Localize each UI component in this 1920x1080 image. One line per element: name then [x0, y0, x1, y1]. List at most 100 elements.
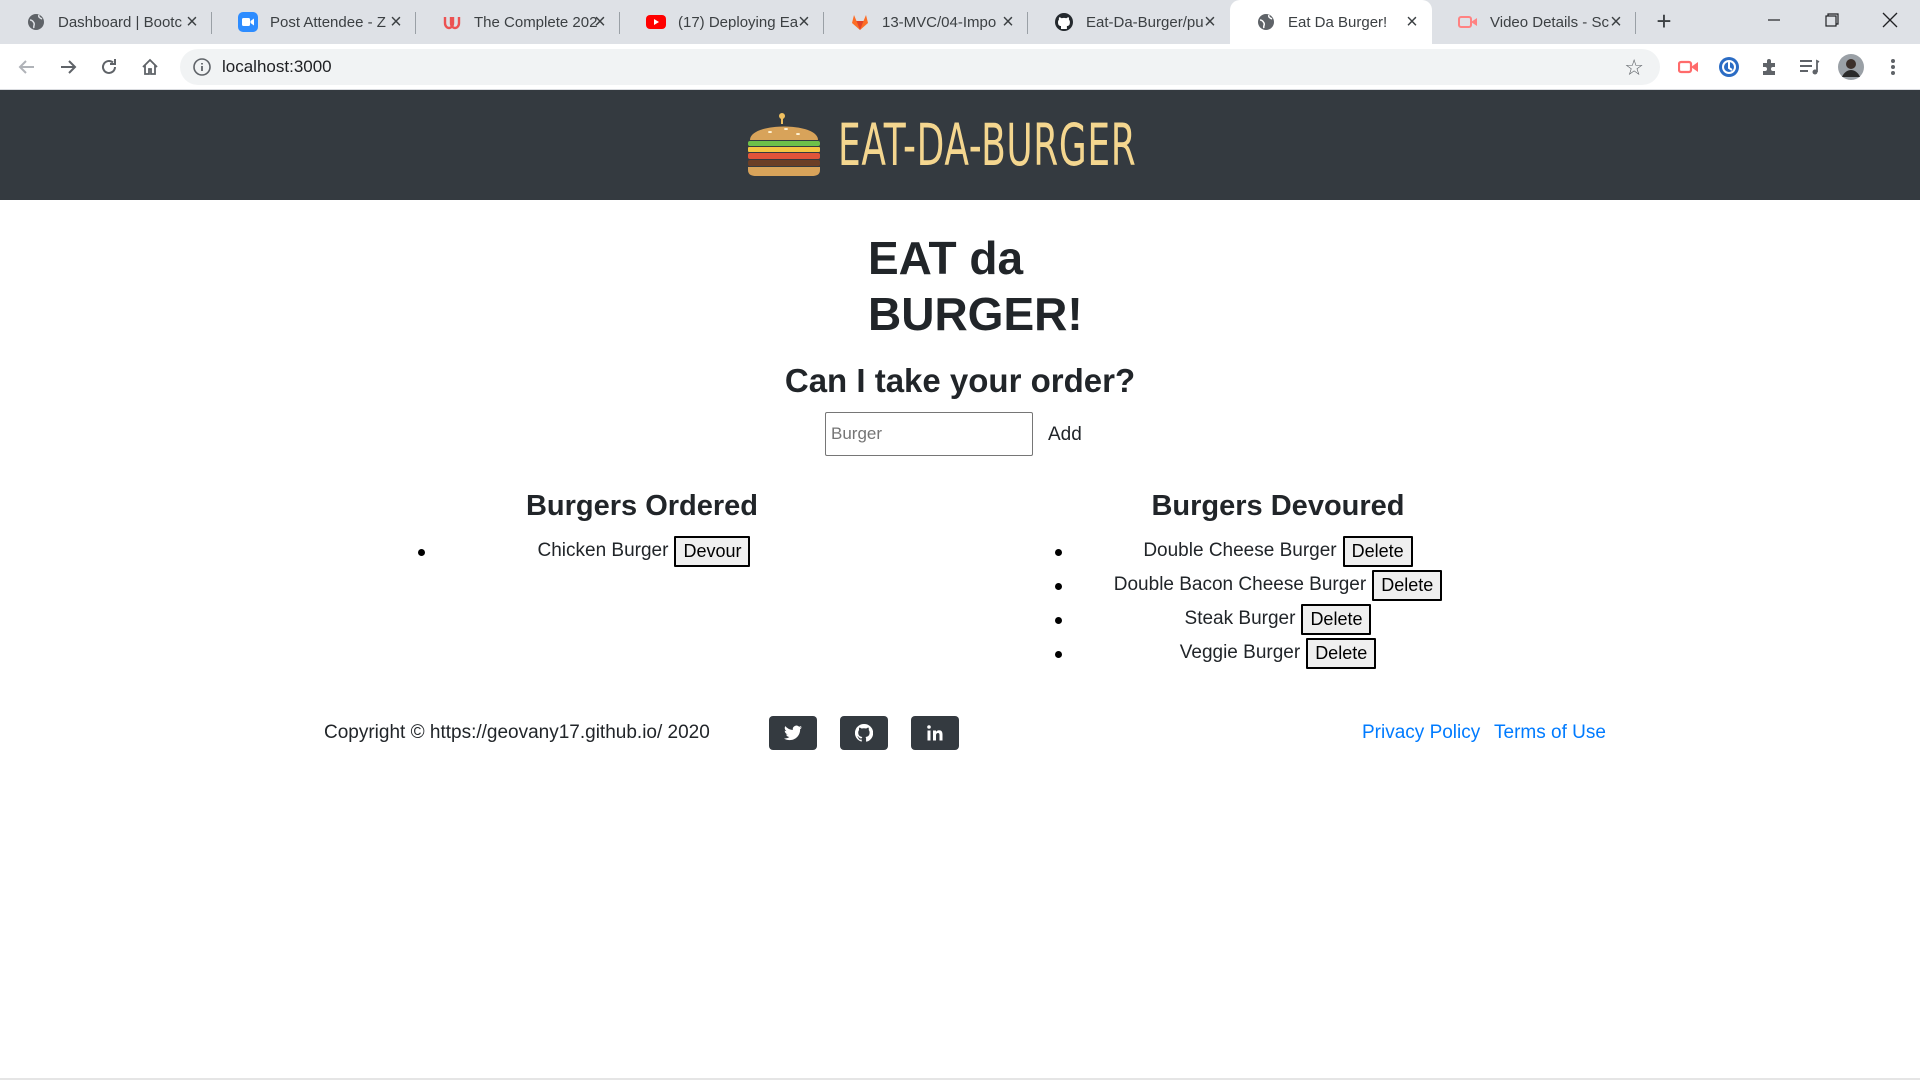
github-link[interactable] — [840, 716, 888, 750]
avatar-icon — [1838, 54, 1864, 80]
home-button[interactable] — [137, 54, 163, 80]
add-burger-button[interactable]: Add — [1040, 420, 1090, 450]
extensions-button[interactable] — [1756, 54, 1782, 80]
copyright-text: Copyright © https://geovany17.github.io/… — [324, 722, 710, 743]
list-bullet — [418, 549, 425, 556]
close-tab-icon[interactable]: × — [1200, 12, 1220, 32]
profile-avatar[interactable] — [1838, 54, 1864, 80]
globe-icon — [26, 12, 46, 32]
browser-tab-active[interactable]: Eat Da Burger! × — [1230, 0, 1432, 44]
browser-tab[interactable]: Eat-Da-Burger/pu × — [1028, 0, 1230, 44]
browser-tab[interactable]: Post Attendee - Z × — [212, 0, 416, 44]
youtube-icon — [646, 12, 666, 32]
close-tab-icon[interactable]: × — [794, 12, 814, 32]
close-tab-icon[interactable]: × — [182, 12, 202, 32]
browser-tab-strip: Dashboard | Bootc × Post Attendee - Z × … — [0, 0, 1920, 44]
minimize-button[interactable] — [1744, 0, 1804, 40]
screencastify-icon — [1458, 12, 1478, 32]
close-tab-icon[interactable]: × — [1606, 12, 1626, 32]
address-bar[interactable]: localhost:3000 ☆ — [180, 49, 1660, 85]
back-button[interactable] — [14, 54, 40, 80]
list-bullet — [1055, 549, 1062, 556]
browser-tab[interactable]: (17) Deploying Ea × — [620, 0, 824, 44]
close-tab-icon[interactable]: × — [998, 12, 1018, 32]
burger-name: Double Bacon Cheese Burger — [1113, 574, 1367, 595]
burger-name: Double Cheese Burger — [1143, 540, 1337, 561]
kebab-menu-icon — [1891, 59, 1895, 75]
twitter-link[interactable] — [769, 716, 817, 750]
forward-button[interactable] — [55, 54, 81, 80]
back-arrow-icon — [18, 60, 34, 74]
extension-blue[interactable] — [1716, 54, 1742, 80]
burgers-devoured-heading: Burgers Devoured — [1151, 490, 1405, 522]
brand-title: EAT-DA-BURGER — [838, 111, 1137, 179]
headline-line-2: BURGER! — [868, 288, 1083, 340]
browser-menu-button[interactable] — [1880, 54, 1906, 80]
linkedin-icon — [927, 725, 943, 741]
terms-of-use-link[interactable]: Terms of Use — [1494, 722, 1606, 744]
brand-logo[interactable]: EAT-DA-BURGER — [746, 111, 1174, 179]
burgers-ordered-heading: Burgers Ordered — [525, 490, 759, 522]
minimize-icon — [1768, 19, 1780, 21]
delete-button[interactable]: Delete — [1342, 535, 1413, 567]
gitlab-icon — [850, 12, 870, 32]
burger-icon — [748, 113, 820, 176]
delete-button[interactable]: Delete — [1372, 569, 1443, 601]
burger-list-item: Veggie Burger Delete — [1055, 636, 1499, 670]
linkedin-link[interactable] — [911, 716, 959, 750]
browser-tab[interactable]: Dashboard | Bootc × — [0, 0, 212, 44]
burger-list-item: Steak Burger Delete — [1055, 602, 1499, 636]
puzzle-icon — [1763, 59, 1775, 75]
burger-name: Chicken Burger — [537, 540, 669, 561]
url-text: localhost:3000 — [222, 57, 332, 76]
burger-name: Steak Burger — [1184, 608, 1296, 629]
new-tab-button[interactable]: + — [1650, 8, 1678, 36]
close-icon — [1882, 12, 1898, 28]
close-window-button[interactable] — [1860, 0, 1920, 40]
close-tab-icon[interactable]: × — [386, 12, 406, 32]
github-icon — [1054, 12, 1074, 32]
github-icon — [855, 724, 873, 742]
close-tab-icon[interactable]: × — [590, 12, 610, 32]
forward-arrow-icon — [61, 60, 77, 74]
browser-toolbar: localhost:3000 ☆ — [0, 44, 1920, 90]
extension-circle-icon — [1719, 57, 1739, 77]
devour-button[interactable]: Devour — [674, 535, 751, 567]
browser-tab[interactable]: The Complete 202 × — [416, 0, 620, 44]
reload-button[interactable] — [96, 54, 122, 80]
burger-list-item: Double Bacon Cheese Burger Delete — [1055, 568, 1499, 602]
page-headline: EAT da BURGER! — [868, 230, 1083, 342]
list-bullet — [1055, 617, 1062, 624]
site-footer: Copyright © https://geovany17.github.io/… — [0, 712, 1920, 756]
burger-list-item: Double Cheese Burger Delete — [1055, 534, 1499, 568]
restore-button[interactable] — [1802, 0, 1862, 40]
burger-name-input[interactable] — [825, 412, 1033, 456]
site-navbar: EAT-DA-BURGER — [0, 90, 1920, 200]
headline-line-1: EAT da — [868, 232, 1024, 284]
restore-icon — [1825, 13, 1839, 27]
media-control-button[interactable] — [1796, 54, 1822, 80]
browser-tab[interactable]: Video Details - Sc × — [1432, 0, 1636, 44]
zoom-icon — [238, 12, 258, 32]
home-icon — [142, 58, 158, 75]
delete-button[interactable]: Delete — [1301, 603, 1372, 635]
close-tab-icon[interactable]: × — [1402, 12, 1422, 32]
order-question: Can I take your order? — [784, 362, 1136, 399]
burger-list-item: Chicken Burger Devour — [418, 534, 868, 568]
devoured-burger-list: Double Cheese Burger Delete Double Bacon C… — [1055, 534, 1499, 670]
delete-button[interactable]: Delete — [1306, 637, 1377, 669]
extension-screencastify[interactable] — [1676, 54, 1702, 80]
ordered-burger-list: Chicken Burger Devour — [418, 534, 868, 568]
site-info-icon[interactable] — [192, 57, 212, 77]
playlist-icon — [1800, 59, 1820, 75]
burger-name: Veggie Burger — [1179, 642, 1301, 663]
list-bullet — [1055, 651, 1062, 658]
twitter-icon — [784, 725, 802, 741]
udemy-icon — [442, 12, 462, 32]
privacy-policy-link[interactable]: Privacy Policy — [1362, 722, 1480, 744]
browser-tab[interactable]: 13-MVC/04-Impo × — [824, 0, 1028, 44]
bookmark-star-icon[interactable]: ☆ — [1624, 55, 1644, 81]
list-bullet — [1055, 583, 1062, 590]
reload-icon — [102, 59, 116, 74]
globe-icon — [1256, 12, 1276, 32]
